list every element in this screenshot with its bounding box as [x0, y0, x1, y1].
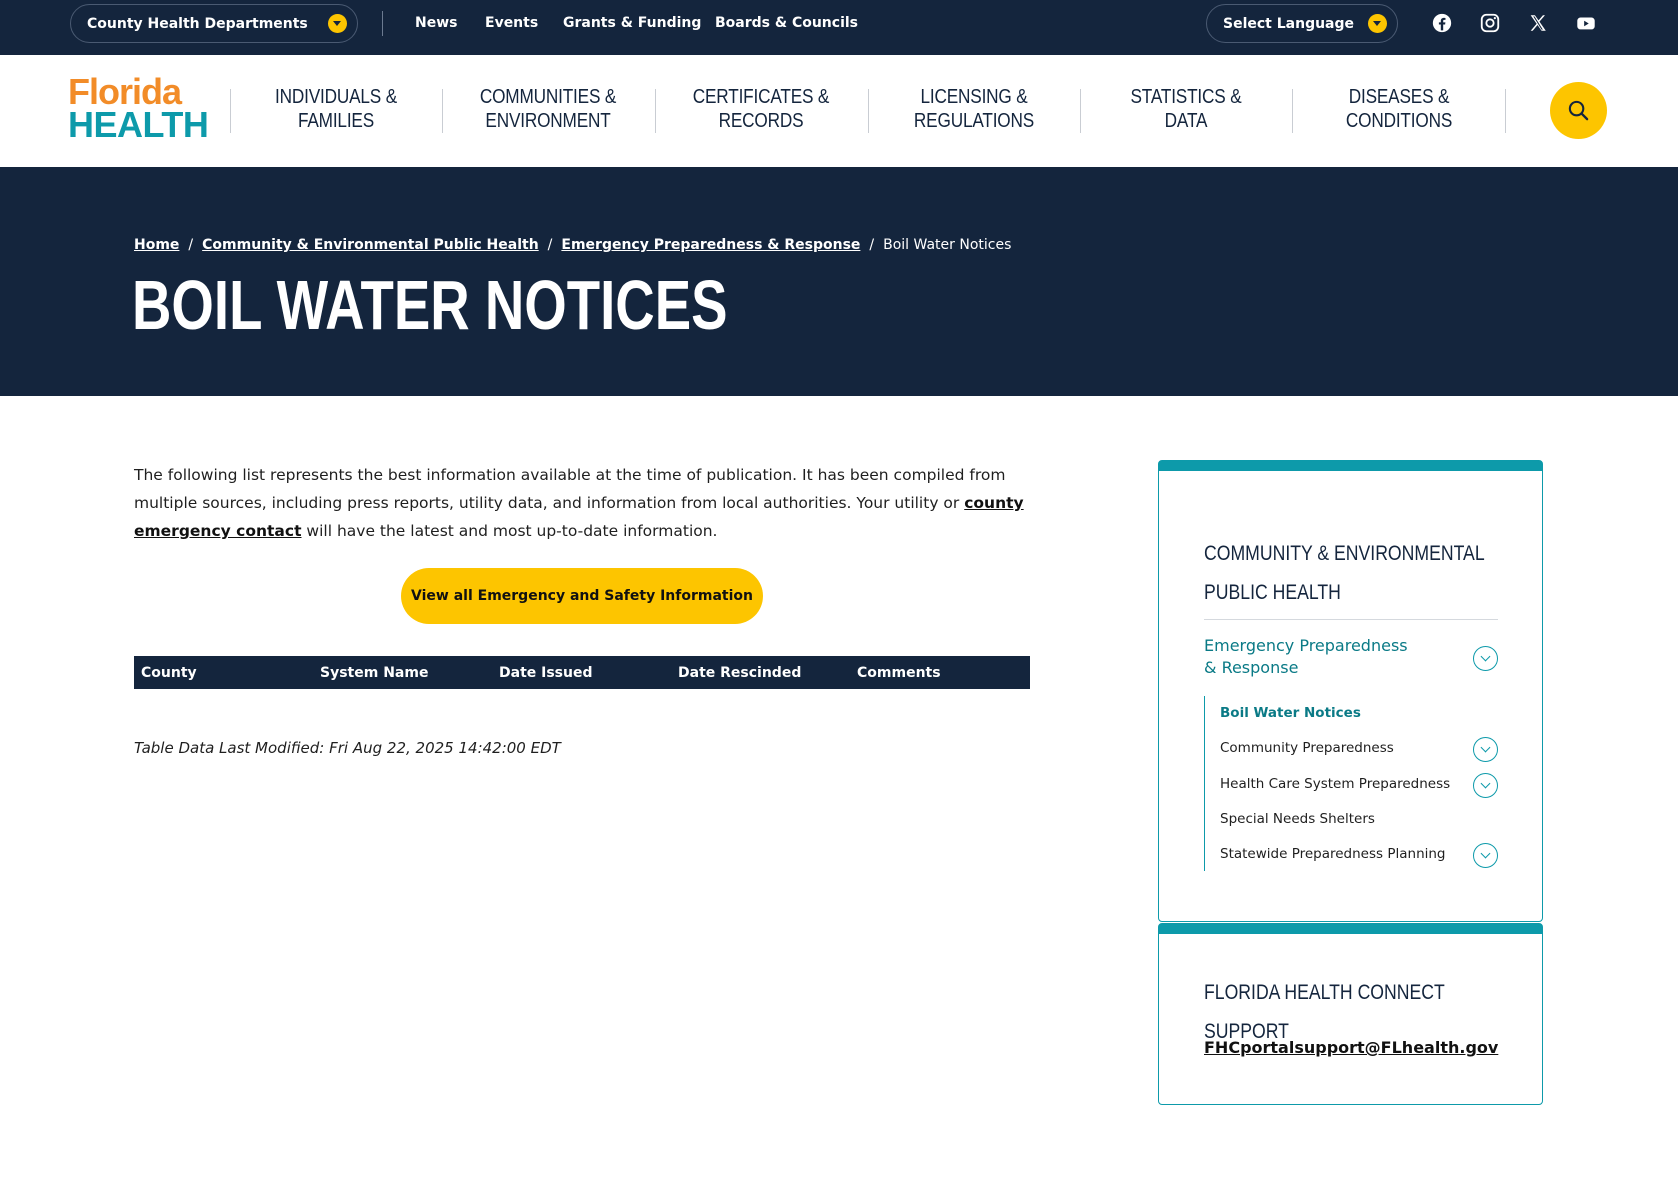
sidebar-item-emergency-preparedness[interactable]: Emergency Preparedness & Response — [1204, 635, 1424, 679]
search-button[interactable] — [1550, 82, 1607, 139]
sidebar-nav-card: COMMUNITY & ENVIRONMENTAL PUBLIC HEALTH … — [1158, 460, 1543, 922]
nav-label-line: LICENSING & — [920, 86, 1028, 108]
select-language-dropdown[interactable]: Select Language — [1206, 4, 1398, 43]
nav-label-line: DATA — [1164, 110, 1208, 132]
intro-text: will have the latest and most up-to-date… — [301, 522, 718, 540]
sidebar-subnav-line — [1204, 696, 1205, 871]
nav-item-certificates-records[interactable]: CERTIFICATES & RECORDS — [670, 85, 852, 133]
main-navigation: Florida HEALTH INDIVIDUALS & FAMILIES CO… — [0, 55, 1678, 167]
nav-label-line: FAMILIES — [297, 110, 375, 132]
instagram-icon[interactable] — [1479, 12, 1501, 34]
chevron-down-icon — [1368, 14, 1387, 33]
support-card: FLORIDA HEALTH CONNECT SUPPORT FHCportal… — [1158, 923, 1543, 1105]
sidebar-item-special-needs-shelters[interactable]: Special Needs Shelters — [1220, 811, 1375, 827]
sidebar-item-statewide-preparedness-planning[interactable]: Statewide Preparedness Planning — [1220, 846, 1446, 862]
nav-item-individuals-families[interactable]: INDIVIDUALS & FAMILIES — [245, 85, 427, 133]
nav-item-diseases-conditions[interactable]: DISEASES & CONDITIONS — [1308, 85, 1490, 133]
nav-label-line: INDIVIDUALS & — [274, 86, 398, 108]
chevron-down-icon — [328, 14, 347, 33]
florida-health-logo[interactable]: Florida HEALTH — [68, 71, 209, 146]
nav-divider — [442, 89, 443, 133]
nav-label-line: REGULATIONS — [913, 110, 1035, 132]
column-header-date-rescinded[interactable]: Date Rescinded — [678, 665, 801, 681]
sidebar-item-health-care-system-preparedness[interactable]: Health Care System Preparedness — [1220, 776, 1450, 792]
breadcrumb: Home / Community & Environmental Public … — [134, 237, 1011, 253]
sidebar-item-community-preparedness[interactable]: Community Preparedness — [1220, 740, 1394, 756]
nav-label-line: RECORDS — [718, 110, 804, 132]
sidebar-item-boil-water-notices[interactable]: Boil Water Notices — [1220, 705, 1361, 721]
table-last-modified: Table Data Last Modified: Fri Aug 22, 20… — [134, 739, 561, 757]
chevron-down-icon[interactable] — [1473, 843, 1498, 868]
chevron-down-icon[interactable] — [1473, 646, 1498, 671]
chevron-down-icon[interactable] — [1473, 773, 1498, 798]
news-link[interactable]: News — [415, 15, 457, 31]
breadcrumb-emergency-preparedness-link[interactable]: Emergency Preparedness & Response — [561, 237, 860, 253]
utility-bar: County Health Departments News Events Gr… — [0, 0, 1678, 55]
boil-water-table-header: County System Name Date Issued Date Resc… — [134, 656, 1030, 689]
sidebar-divider — [1204, 619, 1498, 620]
nav-divider — [655, 89, 656, 133]
nav-divider — [1292, 89, 1293, 133]
breadcrumb-separator: / — [547, 237, 553, 253]
x-icon[interactable] — [1527, 12, 1549, 34]
nav-label-line: STATISTICS & — [1130, 86, 1242, 108]
breadcrumb-separator: / — [188, 237, 194, 253]
page-header: Home / Community & Environmental Public … — [0, 167, 1678, 396]
logo-florida-text: Florida — [68, 71, 182, 112]
intro-text: The following list represents the best i… — [134, 466, 1006, 512]
nav-divider — [1505, 89, 1506, 133]
utility-divider — [382, 11, 383, 36]
nav-divider — [230, 89, 231, 133]
breadcrumb-community-environmental-link[interactable]: Community & Environmental Public Health — [202, 237, 539, 253]
column-header-system-name[interactable]: System Name — [320, 665, 428, 681]
nav-label-line: DISEASES & — [1348, 86, 1450, 108]
column-header-county[interactable]: County — [141, 665, 197, 681]
nav-label-line: ENVIRONMENT — [485, 110, 611, 132]
nav-label-line: COMMUNITIES & — [479, 86, 617, 108]
logo-health-text: HEALTH — [68, 104, 209, 146]
column-header-comments[interactable]: Comments — [857, 665, 941, 681]
nav-item-communities-environment[interactable]: COMMUNITIES & ENVIRONMENT — [457, 85, 639, 133]
events-link[interactable]: Events — [485, 15, 538, 31]
view-emergency-safety-button[interactable]: View all Emergency and Safety Informatio… — [401, 568, 763, 624]
column-header-date-issued[interactable]: Date Issued — [499, 665, 593, 681]
nav-item-statistics-data[interactable]: STATISTICS & DATA — [1095, 85, 1277, 133]
nav-divider — [868, 89, 869, 133]
intro-paragraph: The following list represents the best i… — [134, 461, 1034, 545]
county-health-departments-dropdown[interactable]: County Health Departments — [70, 4, 358, 43]
nav-label-line: CERTIFICATES & — [692, 86, 830, 108]
youtube-icon[interactable] — [1575, 12, 1597, 34]
sidebar-section-title[interactable]: COMMUNITY & ENVIRONMENTAL PUBLIC HEALTH — [1204, 534, 1532, 612]
breadcrumb-current: Boil Water Notices — [883, 237, 1012, 253]
nav-label-line: CONDITIONS — [1345, 110, 1453, 132]
breadcrumb-home-link[interactable]: Home — [134, 237, 179, 253]
nav-item-licensing-regulations[interactable]: LICENSING & REGULATIONS — [883, 85, 1065, 133]
facebook-icon[interactable] — [1431, 12, 1453, 34]
search-icon — [1568, 100, 1589, 121]
page-title: BOIL WATER NOTICES — [132, 266, 728, 344]
nav-divider — [1080, 89, 1081, 133]
breadcrumb-separator: / — [869, 237, 875, 253]
county-dropdown-label: County Health Departments — [87, 15, 308, 32]
grants-funding-link[interactable]: Grants & Funding — [563, 15, 701, 31]
boards-councils-link[interactable]: Boards & Councils — [715, 15, 858, 31]
chevron-down-icon[interactable] — [1473, 737, 1498, 762]
select-language-label: Select Language — [1223, 15, 1355, 32]
support-email-link[interactable]: FHCportalsupport@FLhealth.gov — [1204, 1038, 1498, 1057]
